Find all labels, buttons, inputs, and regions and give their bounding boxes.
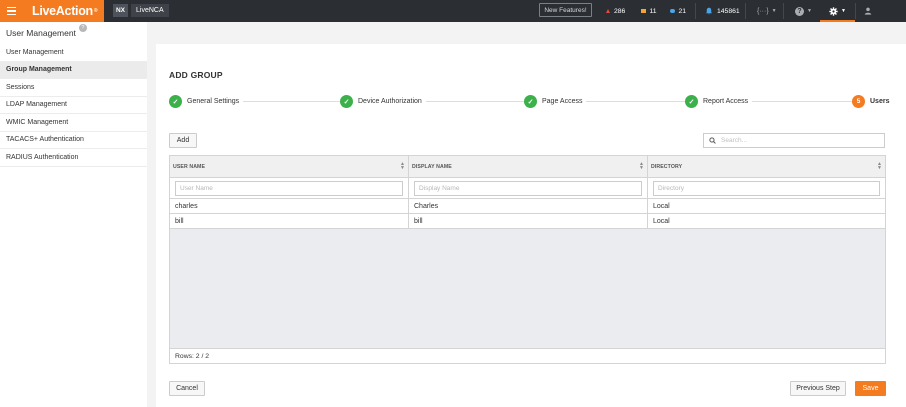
code-menu[interactable]: {···} ▼ xyxy=(757,0,777,22)
code-icon: {···} xyxy=(757,7,769,15)
settings-menu[interactable]: ▼ xyxy=(820,0,855,22)
wizard-steps: ✓ General Settings ✓ Device Authorizatio… xyxy=(169,95,894,108)
warning-square-icon xyxy=(641,8,646,14)
directory-filter-input[interactable] xyxy=(653,181,880,196)
save-button[interactable]: Save xyxy=(855,381,886,396)
sidebar-header: User Management ? xyxy=(0,22,147,44)
step-label: Report Access xyxy=(703,98,749,105)
info-count: 21 xyxy=(678,7,687,15)
search-icon xyxy=(709,137,716,144)
notifications-count: 145861 xyxy=(717,7,740,15)
critical-alerts-counter[interactable]: 286 xyxy=(606,0,625,22)
display-name-filter-input[interactable] xyxy=(414,181,642,196)
step-label: General Settings xyxy=(187,98,240,105)
chevron-down-icon: ▼ xyxy=(841,8,846,14)
help-menu[interactable]: ? ▼ xyxy=(795,0,812,22)
filter-row xyxy=(170,178,885,199)
check-icon: ✓ xyxy=(685,95,698,108)
filter-cell xyxy=(170,178,409,199)
product-switcher[interactable]: LiveNCA xyxy=(131,4,169,17)
step-users[interactable]: 5 Users xyxy=(852,95,894,108)
sidebar-item-sessions[interactable]: Sessions xyxy=(0,79,147,97)
table-row[interactable]: bill bill Local xyxy=(170,214,885,229)
cell-user-name: bill xyxy=(170,214,409,229)
sidebar-title: User Management xyxy=(6,28,76,38)
column-title: DIRECTORY xyxy=(651,164,683,170)
chevron-down-icon: ▼ xyxy=(771,8,777,14)
critical-count: 286 xyxy=(614,7,626,15)
sidebar-item-tacacs-authentication[interactable]: TACACS+ Authentication xyxy=(0,132,147,149)
column-header-display-name[interactable]: DISPLAY NAME ▲ ▼ xyxy=(409,156,648,178)
add-button[interactable]: Add xyxy=(169,133,197,148)
previous-step-button[interactable]: Previous Step xyxy=(790,381,846,396)
sidebar: User Management ? User Management Group … xyxy=(0,22,147,407)
column-title: DISPLAY NAME xyxy=(412,164,452,170)
sidebar-item-wmic-management[interactable]: WMIC Management xyxy=(0,114,147,132)
brand-registered-mark: ® xyxy=(93,8,98,14)
cancel-button[interactable]: Cancel xyxy=(169,381,205,396)
user-menu[interactable] xyxy=(864,0,872,22)
main-panel: ADD GROUP ✓ General Settings ✓ Device Au… xyxy=(156,44,906,407)
nx-badge[interactable]: NX xyxy=(113,4,128,17)
sidebar-item-ldap-management[interactable]: LDAP Management xyxy=(0,97,147,114)
search-box xyxy=(703,133,885,148)
chevron-down-icon: ▼ xyxy=(807,8,812,14)
cell-directory: Local xyxy=(653,218,670,225)
step-label: Users xyxy=(870,98,890,105)
sort-icon[interactable]: ▲ ▼ xyxy=(400,162,405,171)
step-number-badge: 5 xyxy=(852,95,865,108)
cell-directory: Local xyxy=(653,203,670,210)
column-header-user-name[interactable]: USER NAME ▲ ▼ xyxy=(170,156,409,178)
warning-alerts-counter[interactable]: 11 xyxy=(641,0,657,22)
hamburger-menu-icon[interactable] xyxy=(0,0,22,22)
table-row[interactable]: charles Charles Local xyxy=(170,199,885,214)
help-icon[interactable]: ? xyxy=(78,24,87,32)
bell-icon xyxy=(705,7,713,15)
cell-display-name: bill xyxy=(409,214,648,229)
cell-display-name: Charles xyxy=(409,199,648,214)
info-alerts-counter[interactable]: 21 xyxy=(670,0,686,22)
step-report-access[interactable]: ✓ Report Access xyxy=(685,95,753,108)
table-footer-row-count: Rows: 2 / 2 xyxy=(170,348,885,363)
column-title: USER NAME xyxy=(173,164,206,170)
divider xyxy=(855,3,856,19)
divider xyxy=(745,3,746,19)
check-icon: ✓ xyxy=(524,95,537,108)
page-title: ADD GROUP xyxy=(169,70,223,80)
table-header: USER NAME ▲ ▼ DISPLAY NAME ▲ ▼ DIRECTORY ▲… xyxy=(170,156,885,178)
step-page-access[interactable]: ✓ Page Access xyxy=(524,95,587,108)
divider xyxy=(783,3,784,19)
search-input[interactable] xyxy=(721,137,871,144)
check-icon: ✓ xyxy=(169,95,182,108)
warning-count: 11 xyxy=(649,7,657,15)
filter-cell xyxy=(648,178,885,199)
new-features-button[interactable]: New Features! xyxy=(539,3,592,17)
sidebar-item-group-management[interactable]: Group Management xyxy=(0,61,147,79)
sidebar-item-user-management[interactable]: User Management xyxy=(0,44,147,62)
info-dot-icon xyxy=(670,8,675,14)
brand-logo[interactable]: LiveAction ® xyxy=(22,0,104,22)
users-table: USER NAME ▲ ▼ DISPLAY NAME ▲ ▼ DIRECTORY ▲… xyxy=(169,155,886,364)
critical-triangle-icon xyxy=(606,9,610,13)
gear-icon xyxy=(829,6,838,16)
check-icon: ✓ xyxy=(340,95,353,108)
user-icon xyxy=(864,7,872,15)
cell-user-name: charles xyxy=(170,199,409,214)
step-label: Page Access xyxy=(542,98,583,105)
filter-cell xyxy=(409,178,648,199)
sort-icon[interactable]: ▲ ▼ xyxy=(639,162,644,171)
step-general-settings[interactable]: ✓ General Settings xyxy=(169,95,244,108)
step-label: Device Authorization xyxy=(358,98,422,105)
brand-name: LiveAction xyxy=(32,4,93,18)
sort-icon[interactable]: ▲ ▼ xyxy=(877,162,882,171)
user-name-filter-input[interactable] xyxy=(175,181,403,196)
top-navigation-bar: LiveAction ® NX LiveNCA New Features! 286… xyxy=(0,0,906,22)
sidebar-item-radius-authentication[interactable]: RADIUS Authentication xyxy=(0,149,147,167)
help-circle-icon: ? xyxy=(795,6,804,16)
step-device-authorization[interactable]: ✓ Device Authorization xyxy=(340,95,426,108)
divider xyxy=(695,3,696,19)
notifications-counter[interactable]: 145861 xyxy=(705,0,740,22)
column-header-directory[interactable]: DIRECTORY ▲ ▼ xyxy=(648,156,885,178)
